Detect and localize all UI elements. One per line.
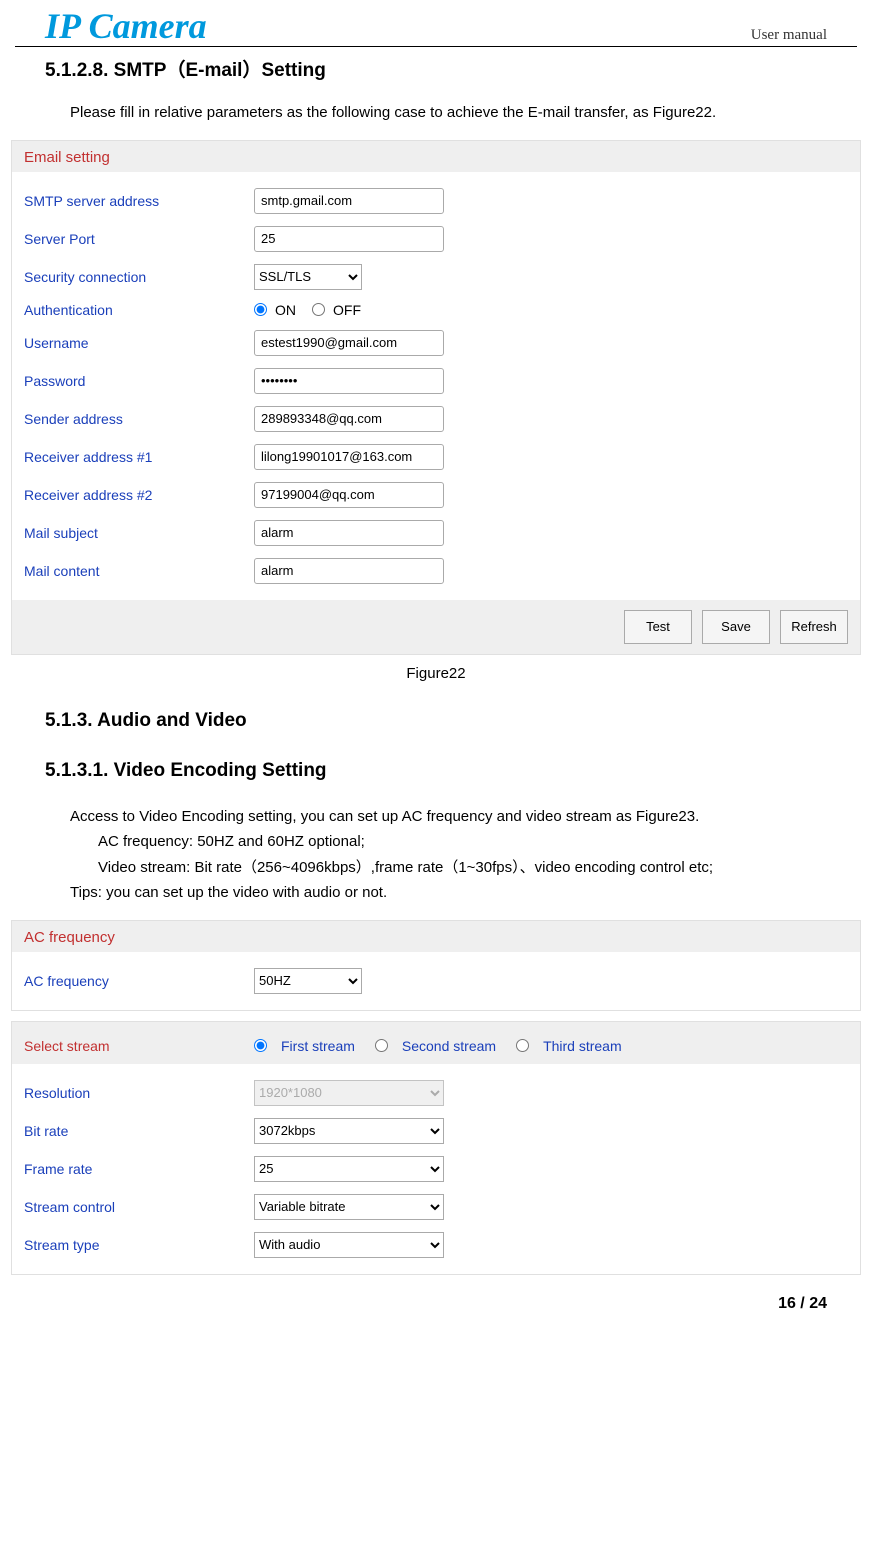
smtp-server-input[interactable] [254, 188, 444, 214]
panel-title-stream: Select stream [24, 1038, 254, 1054]
label-subject: Mail subject [24, 525, 254, 541]
recv1-input[interactable] [254, 444, 444, 470]
subject-input[interactable] [254, 520, 444, 546]
label-bitrate: Bit rate [24, 1123, 254, 1139]
label-resolution: Resolution [24, 1085, 254, 1101]
first-stream-radio[interactable] [254, 1039, 267, 1052]
panel-title-ac: AC frequency [12, 921, 860, 952]
smtp-intro: Please fill in relative parameters as th… [70, 100, 827, 126]
page-number: 16 / 24 [45, 1295, 827, 1313]
stream-type-select[interactable]: With audio [254, 1232, 444, 1258]
label-sender: Sender address [24, 411, 254, 427]
bitrate-select[interactable]: 3072kbps [254, 1118, 444, 1144]
audio-video-heading: 5.1.3. Audio and Video [45, 710, 827, 732]
manual-label: User manual [751, 27, 827, 44]
third-stream-label: Third stream [543, 1038, 622, 1054]
label-security: Security connection [24, 269, 254, 285]
logo: IP Camera [45, 8, 207, 44]
email-setting-panel: Email setting SMTP server address Server… [11, 140, 861, 655]
refresh-button[interactable]: Refresh [780, 610, 848, 644]
label-framerate: Frame rate [24, 1161, 254, 1177]
label-stream-control: Stream control [24, 1199, 254, 1215]
label-stream-type: Stream type [24, 1237, 254, 1253]
smtp-heading: 5.1.2.8. SMTP（E-mail）Setting [45, 55, 827, 82]
label-password: Password [24, 373, 254, 389]
label-recv2: Receiver address #2 [24, 487, 254, 503]
figure22-caption: Figure22 [45, 665, 827, 682]
auth-off-label: OFF [333, 302, 361, 318]
username-input[interactable] [254, 330, 444, 356]
label-content: Mail content [24, 563, 254, 579]
auth-off-radio[interactable] [312, 303, 325, 316]
auth-on-label: ON [275, 302, 296, 318]
second-stream-label: Second stream [402, 1038, 496, 1054]
save-button[interactable]: Save [702, 610, 770, 644]
ac-frequency-panel: AC frequency AC frequency 50HZ [11, 920, 861, 1011]
stream-control-select[interactable]: Variable bitrate [254, 1194, 444, 1220]
label-recv1: Receiver address #1 [24, 449, 254, 465]
resolution-select: 1920*1080 [254, 1080, 444, 1106]
framerate-select[interactable]: 25 [254, 1156, 444, 1182]
video-intro: Access to Video Encoding setting, you ca… [70, 804, 827, 906]
sender-input[interactable] [254, 406, 444, 432]
server-port-input[interactable] [254, 226, 444, 252]
auth-on-radio[interactable] [254, 303, 267, 316]
content-input[interactable] [254, 558, 444, 584]
page-header: IP Camera User manual [15, 0, 857, 47]
test-button[interactable]: Test [624, 610, 692, 644]
ac-frequency-select[interactable]: 50HZ [254, 968, 362, 994]
password-input[interactable] [254, 368, 444, 394]
label-auth: Authentication [24, 302, 254, 318]
recv2-input[interactable] [254, 482, 444, 508]
panel-title-email: Email setting [12, 141, 860, 172]
security-select[interactable]: SSL/TLS [254, 264, 362, 290]
second-stream-radio[interactable] [375, 1039, 388, 1052]
label-ac-frequency: AC frequency [24, 973, 254, 989]
select-stream-panel: Select stream First stream Second stream… [11, 1021, 861, 1275]
label-smtp-server: SMTP server address [24, 193, 254, 209]
label-server-port: Server Port [24, 231, 254, 247]
label-username: Username [24, 335, 254, 351]
video-encoding-heading: 5.1.3.1. Video Encoding Setting [45, 760, 827, 782]
first-stream-label: First stream [281, 1038, 355, 1054]
third-stream-radio[interactable] [516, 1039, 529, 1052]
